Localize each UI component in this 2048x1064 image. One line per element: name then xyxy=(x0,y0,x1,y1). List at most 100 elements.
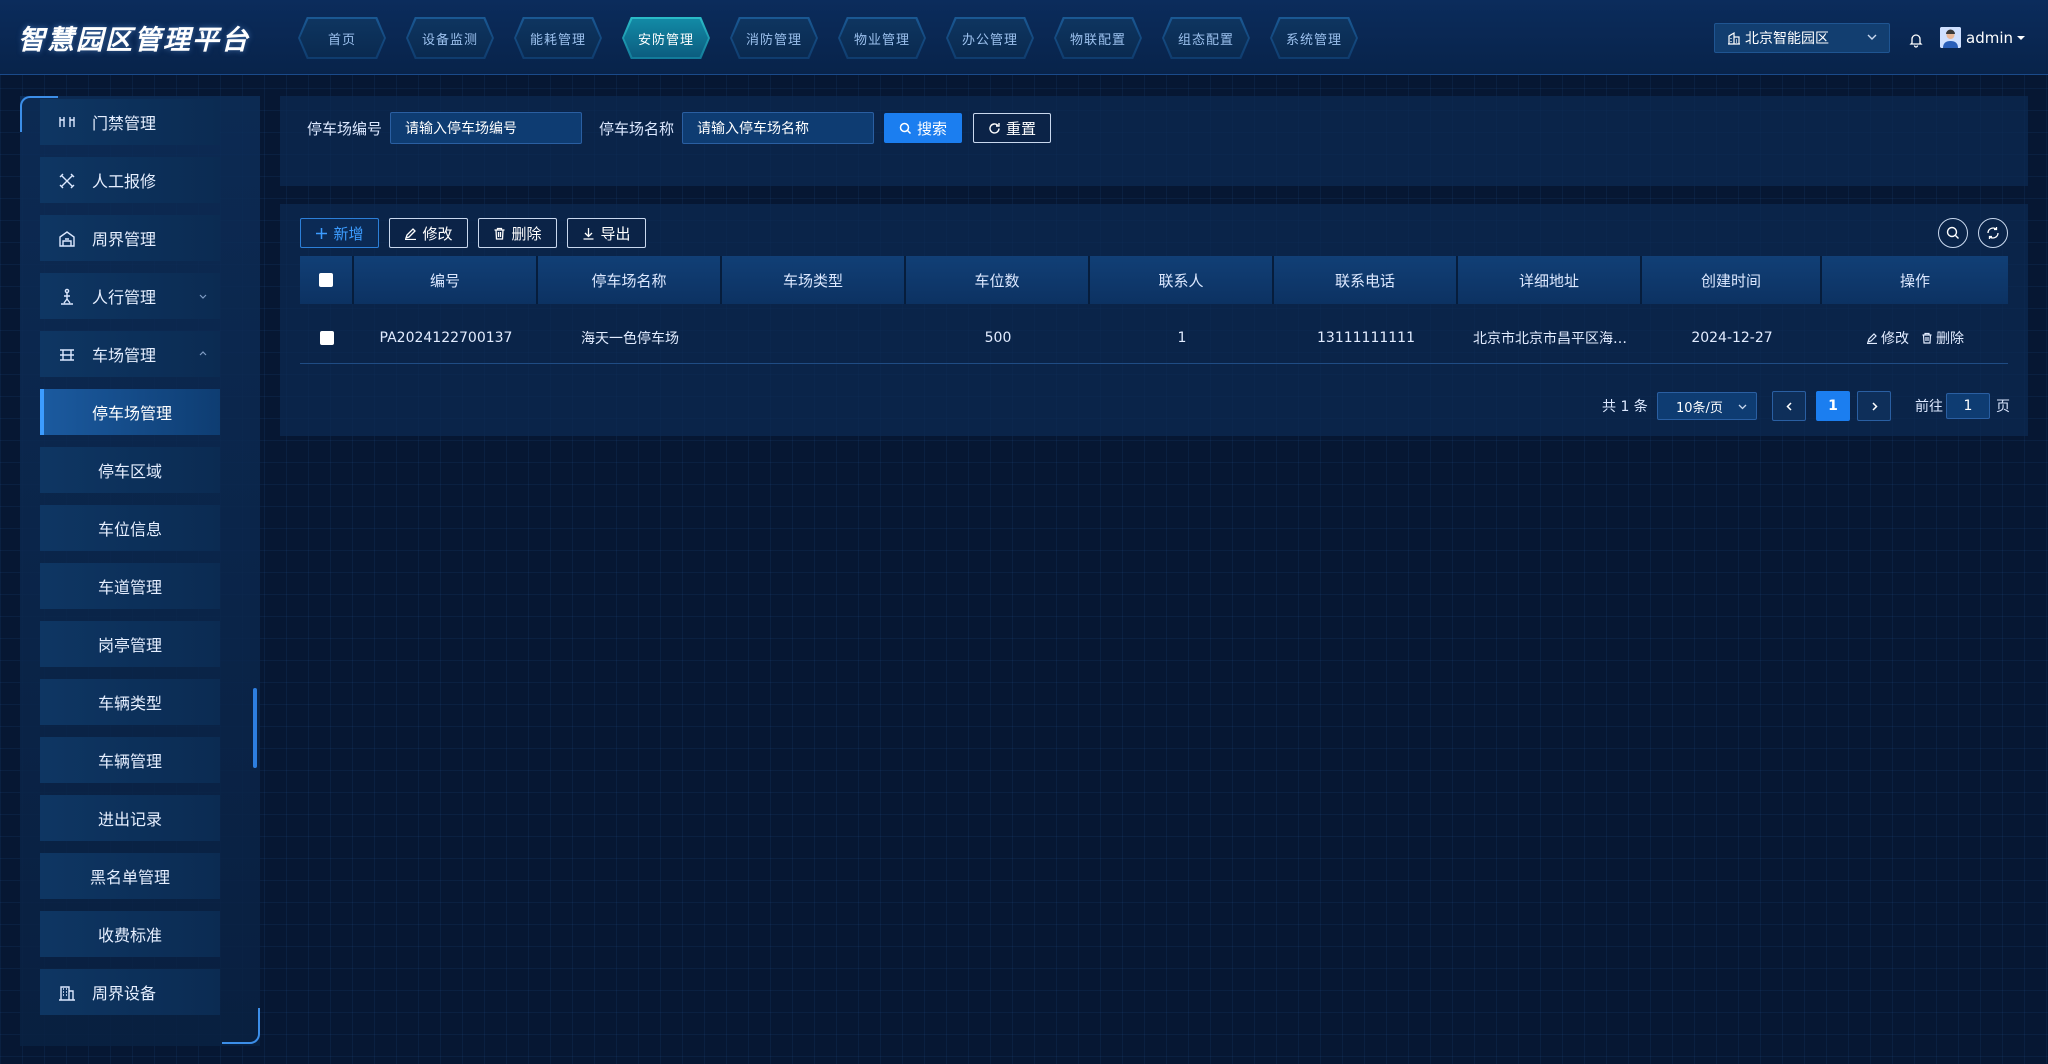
goto-suffix: 页 xyxy=(1996,399,2010,415)
sidebar-item-pedestrian[interactable]: 人行管理 xyxy=(40,273,220,319)
delete-button[interactable]: 删除 xyxy=(478,218,557,248)
column-header[interactable]: 编号 xyxy=(354,256,538,304)
chevron-down-icon xyxy=(199,294,207,299)
toggle-search-button[interactable] xyxy=(1938,218,1968,248)
sidebar-subitem-space-info[interactable]: 车位信息 xyxy=(40,505,220,551)
refresh-icon xyxy=(989,122,1000,134)
app-title: 智慧园区管理平台 xyxy=(18,25,250,56)
parking-code-input[interactable]: 请输入停车场编号 xyxy=(390,112,582,144)
caret-down-icon[interactable] xyxy=(2016,33,2026,43)
sidebar-item-manual-repair[interactable]: 人工报修 xyxy=(40,157,220,203)
nav-item-system[interactable]: 系统管理 xyxy=(1270,17,1358,59)
page-size-select[interactable]: 10条/页 xyxy=(1657,392,1757,420)
cell-contact: 1 xyxy=(1177,330,1187,346)
sidebar-corner-decoration xyxy=(222,1008,260,1044)
table-row[interactable]: PA2024122700137 海天一色停车场 500 1 1311111111… xyxy=(300,312,2008,364)
select-all-checkbox[interactable] xyxy=(319,273,333,287)
sidebar-item-access-control[interactable]: 门禁管理 xyxy=(40,99,220,145)
nav-item-device-monitor[interactable]: 设备监测 xyxy=(406,17,494,59)
column-header[interactable]: 车位数 xyxy=(906,256,1090,304)
nav-item-fire[interactable]: 消防管理 xyxy=(730,17,818,59)
chevron-up-icon xyxy=(199,351,207,356)
row-edit-link[interactable]: 修改 xyxy=(1866,328,1909,348)
cell-address: 北京市北京市昌平区海… xyxy=(1473,331,1627,347)
tools-icon xyxy=(59,173,75,189)
next-page-button[interactable] xyxy=(1857,391,1891,421)
sidebar-subitem-vehicle[interactable]: 车辆管理 xyxy=(40,737,220,783)
chevron-down-icon xyxy=(1738,404,1747,410)
park-select[interactable]: 北京智能园区 xyxy=(1714,23,1890,53)
column-header[interactable]: 停车场名称 xyxy=(538,256,722,304)
sidebar-subitem-vehicle-type[interactable]: 车辆类型 xyxy=(40,679,220,725)
column-header: 操作 xyxy=(1822,256,2008,304)
pagination-total: 共 1 条 xyxy=(1602,399,1648,415)
column-header[interactable]: 创建时间 xyxy=(1642,256,1822,304)
goto-label: 前往 xyxy=(1915,399,1943,415)
export-button[interactable]: 导出 xyxy=(567,218,646,248)
sidebar-subitem-fee-standard[interactable]: 收费标准 xyxy=(40,911,220,957)
sidebar-subitem-access-records[interactable]: 进出记录 xyxy=(40,795,220,841)
parking-icon xyxy=(60,349,74,361)
search-icon xyxy=(899,122,912,134)
chevron-left-icon xyxy=(1785,401,1792,411)
cell-phone: 13111111111 xyxy=(1317,330,1415,346)
column-header[interactable]: 详细地址 xyxy=(1458,256,1642,304)
cell-name: 海天一色停车场 xyxy=(581,331,679,347)
park-select-value: 北京智能园区 xyxy=(1745,31,1829,47)
edit-icon xyxy=(405,227,417,240)
add-button[interactable]: 新增 xyxy=(300,218,379,248)
column-header[interactable]: 联系人 xyxy=(1090,256,1274,304)
select-all-cell xyxy=(300,256,354,304)
column-header[interactable]: 联系电话 xyxy=(1274,256,1458,304)
search-icon xyxy=(1946,226,1959,239)
refresh-icon xyxy=(1987,227,1999,239)
nav-item-home[interactable]: 首页 xyxy=(298,17,386,59)
reset-button[interactable]: 重置 xyxy=(973,113,1051,143)
parking-code-label: 停车场编号 xyxy=(307,120,383,138)
trash-icon xyxy=(1922,332,1932,344)
prev-page-button[interactable] xyxy=(1772,391,1806,421)
download-icon xyxy=(583,227,594,240)
building-icon xyxy=(1728,31,1740,45)
cell-spaces: 500 xyxy=(984,330,1012,346)
device-icon xyxy=(59,986,75,1001)
row-delete-link[interactable]: 删除 xyxy=(1921,328,1964,348)
row-checkbox[interactable] xyxy=(320,331,334,345)
nav-item-property[interactable]: 物业管理 xyxy=(838,17,926,59)
sidebar-subitem-lane[interactable]: 车道管理 xyxy=(40,563,220,609)
nav-item-iot-config[interactable]: 物联配置 xyxy=(1054,17,1142,59)
nav-item-scada-config[interactable]: 组态配置 xyxy=(1162,17,1250,59)
sidebar-item-perimeter-device[interactable]: 周界设备 xyxy=(40,969,220,1015)
username[interactable]: admin xyxy=(1966,29,2013,47)
edit-button[interactable]: 修改 xyxy=(389,218,468,248)
nav-item-office[interactable]: 办公管理 xyxy=(946,17,1034,59)
nav-item-security[interactable]: 安防管理 xyxy=(622,17,710,59)
parking-name-input[interactable]: 请输入停车场名称 xyxy=(682,112,874,144)
gate-icon xyxy=(59,117,75,127)
table-header: 编号 停车场名称 车场类型 车位数 联系人 联系电话 详细地址 创建时间 操作 xyxy=(300,256,2008,304)
nav-item-energy[interactable]: 能耗管理 xyxy=(514,17,602,59)
trash-icon xyxy=(494,227,505,240)
search-button[interactable]: 搜索 xyxy=(884,113,962,143)
cell-actions: 修改 删除 xyxy=(1822,312,2008,364)
sidebar-subitem-blacklist[interactable]: 黑名单管理 xyxy=(40,853,220,899)
chevron-right-icon xyxy=(1871,401,1878,411)
avatar[interactable] xyxy=(1940,27,1961,48)
sidebar-scrollbar[interactable] xyxy=(253,688,257,768)
bell-icon[interactable] xyxy=(1908,32,1924,48)
refresh-table-button[interactable] xyxy=(1978,218,2008,248)
sidebar-item-perimeter[interactable]: 周界管理 xyxy=(40,215,220,261)
sidebar-item-parking[interactable]: 车场管理 xyxy=(40,331,220,377)
cell-type xyxy=(722,312,906,364)
column-header[interactable]: 车场类型 xyxy=(722,256,906,304)
plus-icon xyxy=(316,227,328,239)
perimeter-icon xyxy=(59,231,75,247)
parking-name-label: 停车场名称 xyxy=(599,120,675,138)
edit-icon xyxy=(1867,333,1877,344)
page-number-button[interactable]: 1 xyxy=(1816,391,1850,421)
chevron-down-icon xyxy=(1867,34,1877,40)
sidebar-subitem-parking-lot[interactable]: 停车场管理 xyxy=(40,389,220,435)
goto-page-input[interactable]: 1 xyxy=(1946,393,1990,419)
sidebar-subitem-booth[interactable]: 岗亭管理 xyxy=(40,621,220,667)
sidebar-subitem-parking-area[interactable]: 停车区域 xyxy=(40,447,220,493)
